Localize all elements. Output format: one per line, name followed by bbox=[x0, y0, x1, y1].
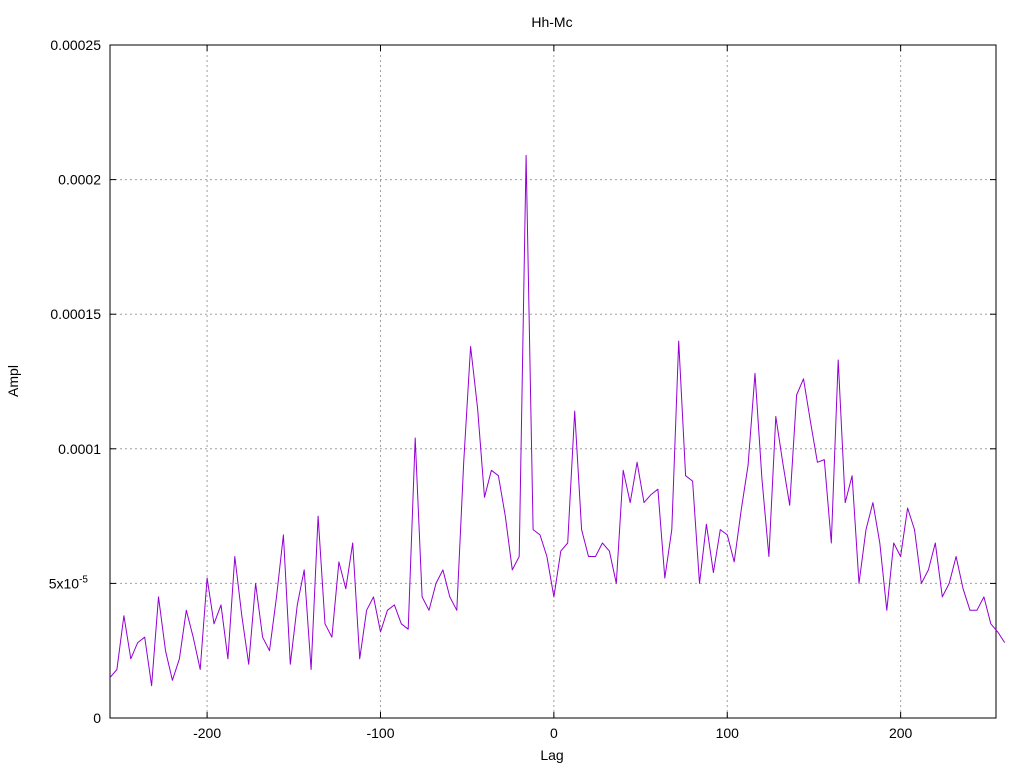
y-tick-label: 0.0002 bbox=[58, 172, 101, 188]
y-tick-label: 0.00015 bbox=[50, 306, 101, 322]
x-tick-label: 0 bbox=[550, 725, 558, 741]
y-tick-label: 0.00025 bbox=[50, 37, 101, 53]
x-tick-labels: -200 -100 0 100 200 bbox=[193, 725, 912, 741]
x-tick-label: -100 bbox=[366, 725, 394, 741]
chart-title: Hh-Mc bbox=[531, 14, 572, 30]
y-tick-label: 0.0001 bbox=[58, 441, 101, 457]
axis-ticks bbox=[110, 44, 996, 719]
chart: -200 -100 0 100 200 0 5x10-5 0.0001 0.00015 0.00… bbox=[5, 14, 1006, 763]
series-line bbox=[109, 154, 1006, 687]
x-axis-label: Lag bbox=[540, 747, 563, 763]
grid-lines bbox=[110, 44, 996, 719]
x-tick-label: 100 bbox=[716, 725, 740, 741]
x-tick-label: -200 bbox=[193, 725, 221, 741]
x-tick-label: 200 bbox=[889, 725, 913, 741]
y-axis-label: Ampl bbox=[5, 365, 21, 397]
y-tick-labels: 0 5x10-5 0.0001 0.00015 0.0002 0.00025 bbox=[49, 37, 101, 726]
y-tick-label-base: 5x10 bbox=[49, 575, 80, 591]
y-tick-label: 5x10-5 bbox=[49, 574, 89, 591]
series-layer bbox=[109, 154, 1006, 687]
plot-area-border bbox=[109, 44, 997, 719]
y-tick-label: 0 bbox=[93, 710, 101, 726]
y-tick-label-exponent: -5 bbox=[79, 574, 88, 585]
